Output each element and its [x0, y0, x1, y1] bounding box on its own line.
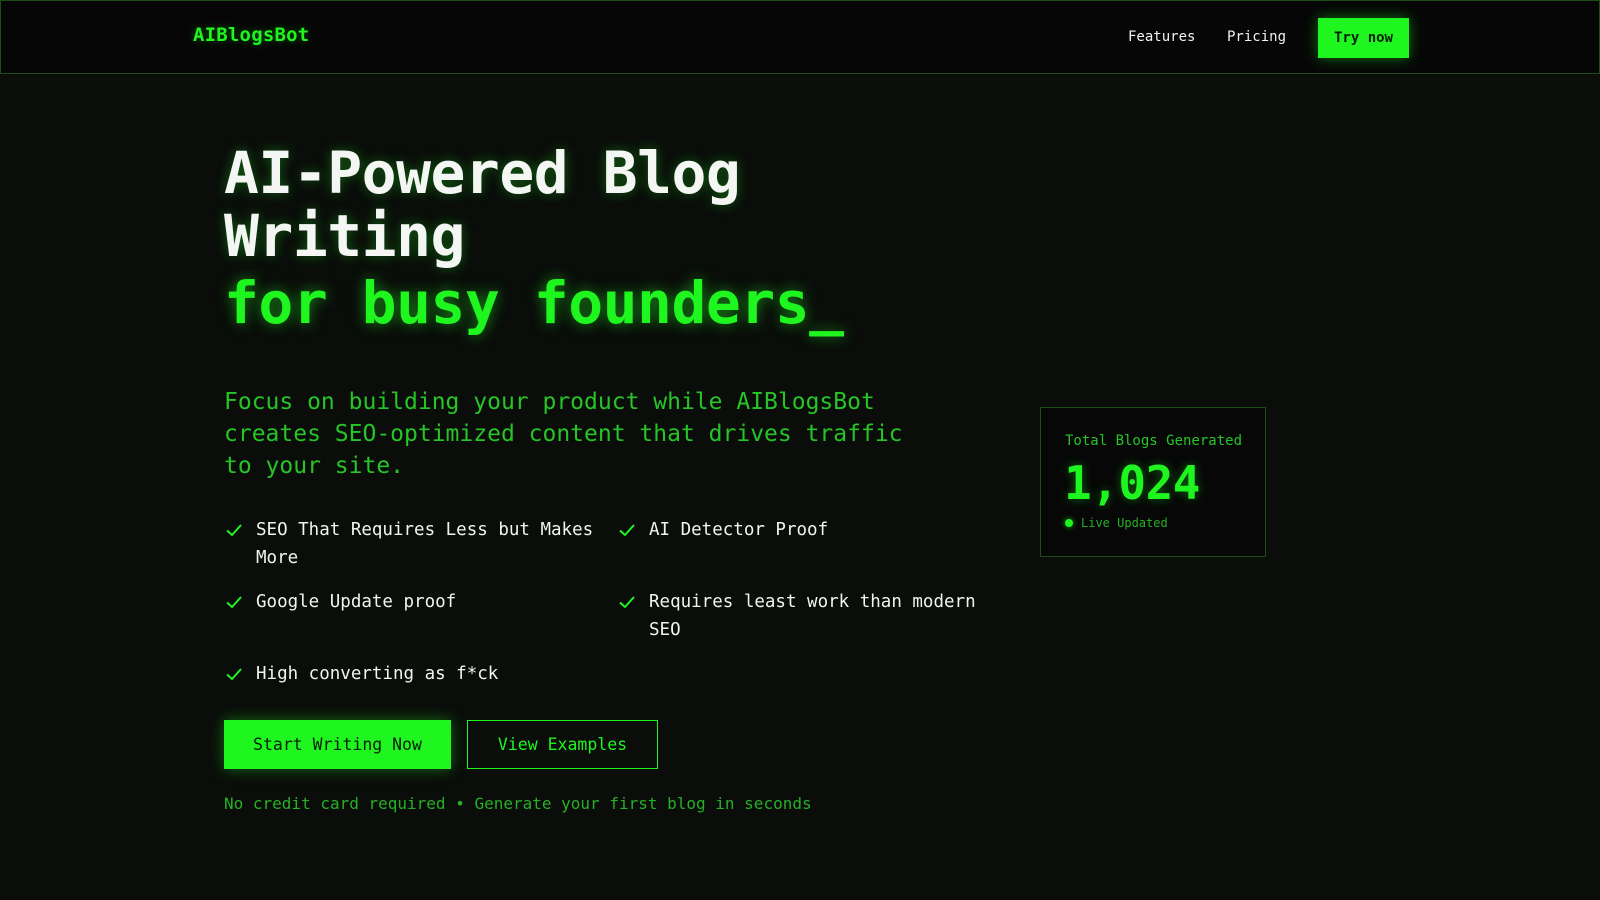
- hero-subtext: Focus on building your product while AIB…: [224, 389, 903, 479]
- brand-logo[interactable]: AIBlogsBot: [193, 24, 309, 46]
- feature-item: Google Update proof: [224, 588, 604, 616]
- stats-value: 1,024: [1064, 456, 1200, 510]
- check-icon: [224, 588, 244, 616]
- feature-item: High converting as f*ck: [224, 660, 604, 688]
- live-status-label: Live Updated: [1081, 516, 1168, 530]
- stats-label: Total Blogs Generated: [1065, 433, 1243, 449]
- nav-link-features[interactable]: Features: [1128, 29, 1195, 45]
- check-icon: [224, 660, 244, 688]
- navbar: AIBlogsBot Features Pricing Try now: [0, 0, 1600, 74]
- feature-item: SEO That Requires Less but Makes More: [224, 516, 604, 572]
- live-status: Live Updated: [1065, 516, 1168, 530]
- feature-label: High converting as f*ck: [256, 664, 499, 684]
- check-icon: [617, 588, 637, 616]
- view-examples-button[interactable]: View Examples: [467, 720, 658, 769]
- feature-item: AI Detector Proof: [617, 516, 997, 544]
- try-now-button[interactable]: Try now: [1318, 18, 1409, 58]
- feature-label: Requires least work than modern SEO: [649, 592, 976, 640]
- hero-headline-accent: for busy founders_: [224, 269, 844, 337]
- feature-item: Requires least work than modern SEO: [617, 588, 997, 644]
- landing-page: AIBlogsBot Features Pricing Try now AI-P…: [0, 0, 1600, 900]
- feature-label: Google Update proof: [256, 592, 457, 612]
- start-writing-button[interactable]: Start Writing Now: [224, 720, 451, 769]
- feature-label: SEO That Requires Less but Makes More: [256, 520, 594, 568]
- check-icon: [224, 516, 244, 544]
- hero-headline: AI-Powered Blog Writing: [224, 139, 741, 270]
- stats-card: Total Blogs Generated 1,024 Live Updated: [1040, 407, 1266, 557]
- live-dot-icon: [1065, 519, 1073, 527]
- check-icon: [617, 516, 637, 544]
- hero-footnote: No credit card required • Generate your …: [224, 794, 812, 813]
- nav-link-pricing[interactable]: Pricing: [1227, 29, 1286, 45]
- feature-label: AI Detector Proof: [649, 520, 829, 540]
